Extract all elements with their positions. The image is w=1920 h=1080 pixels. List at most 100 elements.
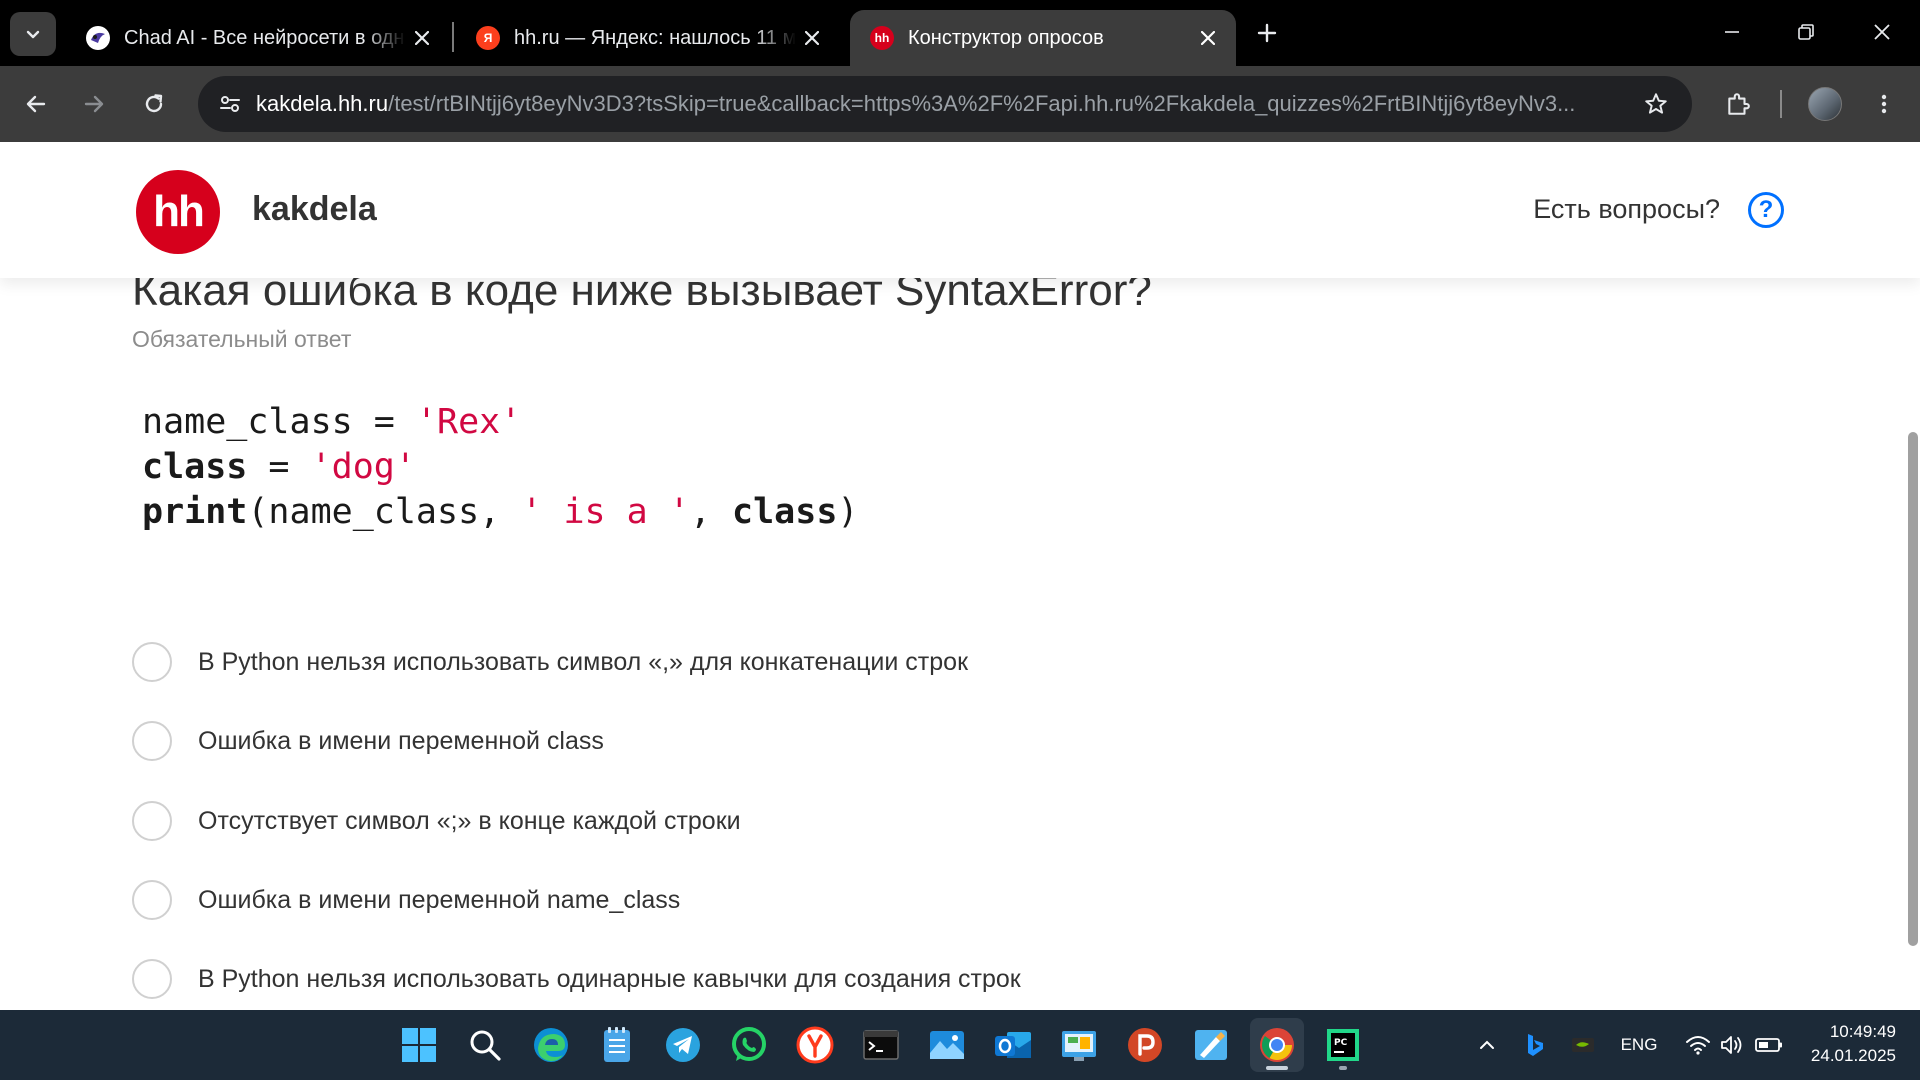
code-string: 'Rex' (415, 402, 522, 442)
start-button[interactable] (392, 1018, 446, 1072)
minimize-button[interactable] (1708, 10, 1756, 54)
answer-option[interactable]: В Python нельзя использовать символ «,» … (132, 642, 968, 682)
yandex-browser-icon (796, 1026, 834, 1064)
tab-chad-ai[interactable]: Chad AI - Все нейросети в одн (66, 10, 450, 66)
notepad-icon (604, 1027, 630, 1062)
input-language[interactable]: ENG (1614, 1024, 1664, 1066)
hh-logo[interactable]: hh (136, 170, 220, 254)
taskbar-powerpoint[interactable] (1118, 1018, 1172, 1072)
page-scrollbar[interactable] (1908, 432, 1918, 946)
reload-button[interactable] (132, 82, 176, 126)
taskbar-notepad[interactable] (590, 1018, 644, 1072)
tray-bing[interactable] (1520, 1024, 1550, 1066)
tab-yandex[interactable]: Я hh.ru — Яндекс: нашлось 11 м (456, 10, 840, 66)
battery-icon (1755, 1038, 1782, 1052)
radio-button[interactable] (132, 959, 172, 999)
page-viewport: hh kakdela Есть вопросы? ? Какая ошибка … (0, 142, 1920, 1010)
extensions-button[interactable] (1716, 82, 1760, 126)
minimize-icon (1725, 31, 1739, 33)
taskbar-telegram[interactable] (656, 1018, 710, 1072)
nvidia-icon (1572, 1038, 1594, 1052)
taskbar-whatsapp[interactable] (722, 1018, 776, 1072)
whatsapp-icon (732, 1027, 766, 1061)
yandex-icon: Я (476, 26, 500, 50)
back-button[interactable] (14, 82, 58, 126)
close-icon (1874, 24, 1890, 40)
profile-avatar[interactable] (1808, 87, 1842, 121)
close-tab-icon[interactable] (1192, 22, 1224, 54)
chevron-down-icon (26, 30, 40, 39)
radio-button[interactable] (132, 721, 172, 761)
arrow-left-icon (26, 95, 46, 113)
tray-volume[interactable] (1716, 1024, 1748, 1066)
close-tab-icon[interactable] (796, 22, 828, 54)
tray-overflow[interactable] (1472, 1024, 1502, 1066)
radio-button[interactable] (132, 880, 172, 920)
wifi-icon (1686, 1036, 1710, 1055)
taskbar-pycharm[interactable]: PC (1316, 1018, 1370, 1072)
clock-date: 24.01.2025 (1810, 1046, 1896, 1065)
url-path: /test/rtBINtjj6yt8eyNv3D3?tsSkip=true&ca… (388, 91, 1576, 116)
tray-wifi[interactable] (1682, 1024, 1714, 1066)
code-text: name_class = (142, 402, 416, 442)
taskbar-yandex-browser[interactable] (788, 1018, 842, 1072)
taskbar-chrome[interactable] (1250, 1018, 1304, 1072)
powerpoint-icon (1128, 1028, 1162, 1062)
new-tab-button[interactable] (1248, 14, 1286, 52)
site-settings-icon[interactable] (212, 86, 248, 122)
tab-separator (452, 22, 454, 52)
help-link[interactable]: Есть вопросы? (1533, 194, 1720, 225)
answer-option-label[interactable]: Ошибка в имени переменной name_class (198, 886, 680, 915)
answer-option[interactable]: Ошибка в имени переменной name_class (132, 880, 680, 920)
volume-icon (1721, 1036, 1742, 1054)
browser-menu-button[interactable] (1862, 82, 1906, 126)
start-icon (402, 1028, 436, 1062)
code-text: = (247, 447, 311, 487)
hh-icon: hh (870, 26, 894, 50)
radio-button[interactable] (132, 642, 172, 682)
answer-option[interactable]: Отсутствует символ «;» в конце каждой ст… (132, 801, 741, 841)
taskbar-search[interactable] (458, 1018, 512, 1072)
outlook-icon (995, 1032, 1031, 1058)
answer-option[interactable]: Ошибка в имени переменной class (132, 721, 604, 761)
control-panel-icon (1062, 1031, 1096, 1061)
question-mark-icon[interactable]: ? (1748, 192, 1784, 228)
question-required-note: Обязательный ответ (132, 326, 352, 352)
paint-icon (1195, 1030, 1227, 1060)
answer-option-label[interactable]: Отсутствует символ «;» в конце каждой ст… (198, 807, 741, 836)
search-icon (470, 1030, 501, 1061)
tab-search-button[interactable] (10, 12, 56, 56)
taskbar-paint[interactable] (1184, 1018, 1238, 1072)
radio-button[interactable] (132, 801, 172, 841)
telegram-icon (666, 1028, 700, 1062)
clock-time: 10:49:49 (1829, 1022, 1896, 1041)
close-tab-icon[interactable] (406, 22, 438, 54)
forward-button[interactable] (72, 82, 116, 126)
tray-battery[interactable] (1752, 1024, 1786, 1066)
code-text: ) (837, 492, 859, 532)
url-text[interactable]: kakdela.hh.ru/test/rtBINtjj6yt8eyNv3D3?t… (256, 91, 1596, 117)
taskbar-control-panel[interactable] (1052, 1018, 1106, 1072)
taskbar-photos[interactable] (920, 1018, 974, 1072)
active-indicator (1266, 1066, 1288, 1070)
answer-option[interactable]: В Python нельзя использовать одинарные к… (132, 959, 1021, 999)
close-window-button[interactable] (1858, 10, 1906, 54)
code-string: 'dog' (310, 447, 416, 487)
taskbar-outlook[interactable] (986, 1018, 1040, 1072)
windows-taskbar: PC ENG 10:49:49 24.01.2025 (0, 1010, 1920, 1080)
tab-title: Конструктор опросов (908, 26, 1104, 49)
url-host: kakdela.hh.ru (256, 91, 389, 116)
taskbar-edge[interactable] (524, 1018, 578, 1072)
answer-option-label[interactable]: В Python нельзя использовать одинарные к… (198, 965, 1021, 994)
taskbar-terminal[interactable] (854, 1018, 908, 1072)
tab-survey-builder[interactable]: hh Конструктор опросов (850, 10, 1236, 66)
code-keyword: class (732, 492, 838, 532)
edge-icon (534, 1028, 568, 1062)
bookmark-star-icon[interactable] (1638, 86, 1674, 122)
tray-nvidia[interactable] (1568, 1024, 1598, 1066)
system-clock[interactable]: 10:49:49 24.01.2025 (1811, 1020, 1896, 1068)
answer-option-label[interactable]: В Python нельзя использовать символ «,» … (198, 648, 968, 677)
answer-option-label[interactable]: Ошибка в имени переменной class (198, 727, 604, 756)
address-bar[interactable]: kakdela.hh.ru/test/rtBINtjj6yt8eyNv3D3?t… (198, 76, 1692, 132)
restore-button[interactable] (1782, 10, 1830, 54)
